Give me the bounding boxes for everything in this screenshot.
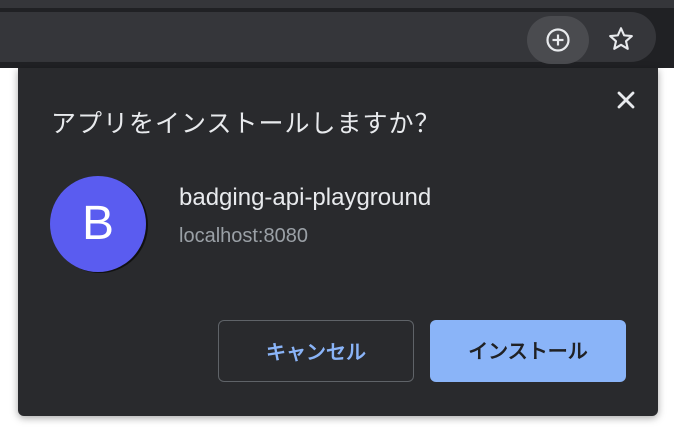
install-app-dialog: アプリをインストールしますか？ B badging-api-playground… — [18, 68, 658, 416]
app-icon: B — [50, 176, 146, 272]
browser-toolbar — [0, 0, 674, 68]
app-origin: localhost:8080 — [179, 225, 308, 247]
bookmark-button[interactable] — [602, 21, 640, 59]
plus-circle-icon — [546, 28, 570, 52]
tab-strip-edge — [0, 0, 674, 8]
install-app-button[interactable] — [527, 16, 589, 64]
close-icon — [617, 91, 635, 109]
install-button[interactable]: インストール — [430, 320, 626, 382]
dialog-title: アプリをインストールしますか？ — [51, 109, 441, 138]
app-name: badging-api-playground — [179, 184, 432, 211]
close-button[interactable] — [612, 86, 640, 114]
star-icon — [609, 27, 633, 50]
cancel-button[interactable]: キャンセル — [218, 320, 414, 382]
